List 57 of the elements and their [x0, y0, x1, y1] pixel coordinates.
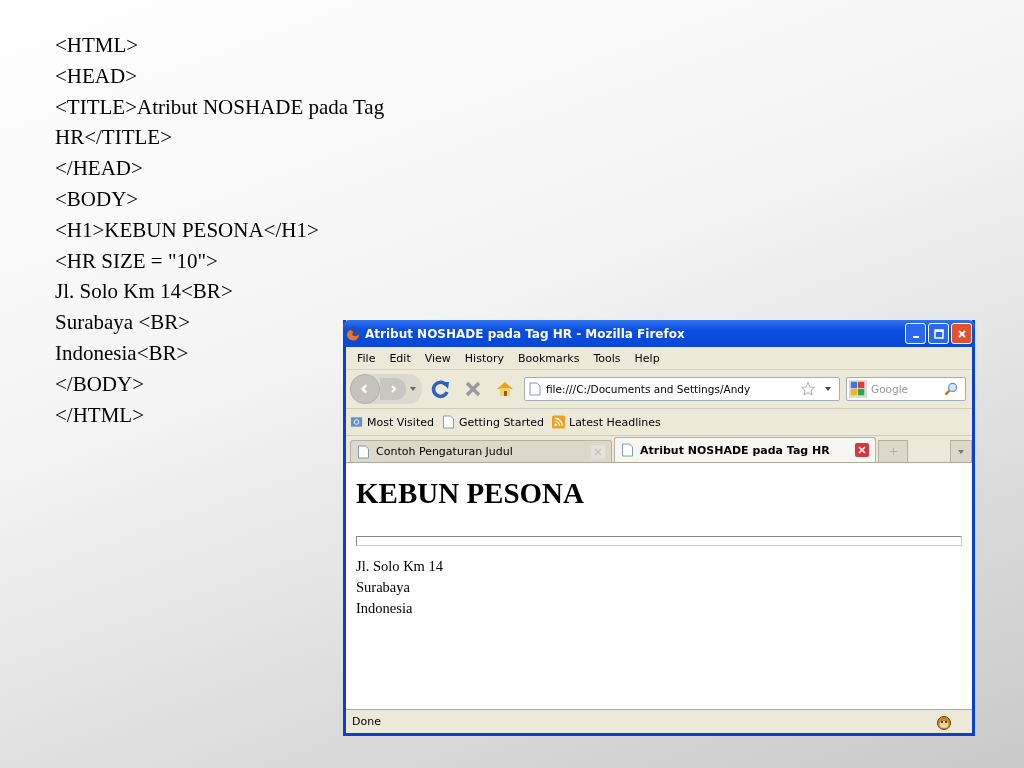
star-icon[interactable]	[800, 381, 816, 397]
menu-item[interactable]: Bookmarks	[511, 351, 587, 365]
search-engine-icon[interactable]	[849, 380, 867, 398]
code-line: <HR SIZE = "10">	[55, 247, 218, 275]
menu-item[interactable]: Edit	[382, 351, 418, 365]
status-text: Done	[352, 715, 382, 728]
search-bar[interactable]: Google	[846, 377, 966, 401]
menu-item[interactable]: Tools	[586, 351, 628, 365]
page-icon	[529, 382, 541, 396]
bookmark-item[interactable]: Getting Started	[441, 415, 544, 429]
code-line: Jl. Solo Km 14<BR>	[55, 278, 233, 306]
page-icon	[357, 444, 370, 459]
search-icon[interactable]	[943, 381, 959, 397]
menu-item[interactable]: Help	[627, 351, 667, 365]
maximize-button[interactable]	[928, 323, 949, 344]
close-icon	[956, 328, 967, 339]
rss-icon	[552, 415, 565, 429]
menu-item[interactable]: View	[417, 351, 458, 365]
maximize-icon	[933, 328, 944, 339]
code-line: <TITLE>Atribut NOSHADE pada Tag	[55, 93, 385, 121]
monkey-face-icon[interactable]	[936, 713, 952, 730]
menu-item[interactable]: History	[457, 351, 511, 365]
code-line: Surabaya <BR>	[55, 309, 191, 337]
caret-icon	[958, 449, 964, 454]
bookmark-item[interactable]: Most Visited	[350, 415, 434, 429]
dropdown-caret-icon[interactable]	[410, 387, 416, 391]
minimize-icon	[912, 335, 919, 338]
code-line: </HTML>	[55, 401, 144, 429]
browser-tab[interactable]: Atribut NOSHADE pada Tag HR	[614, 437, 876, 462]
reload-icon[interactable]	[431, 379, 451, 399]
close-button[interactable]	[951, 323, 972, 344]
code-line: </HEAD>	[55, 155, 143, 183]
page-icon	[441, 415, 455, 429]
window-title: Atribut NOSHADE pada Tag HR - Mozilla Firefox	[365, 326, 686, 341]
code-line: HR</TITLE>	[55, 124, 172, 152]
page-heading: KEBUN PESONA	[356, 477, 585, 510]
home-icon[interactable]	[495, 379, 515, 399]
address-bar[interactable]: file:///C:/Documents and Settings/Andy	[524, 377, 840, 401]
code-line: Indonesia<BR>	[55, 339, 189, 367]
minimize-button[interactable]	[905, 323, 926, 344]
code-line: </BODY>	[55, 370, 145, 398]
page-icon	[621, 443, 634, 457]
plus-icon	[888, 447, 898, 456]
code-line: <HEAD>	[55, 62, 137, 90]
code-line: <HTML>	[55, 32, 139, 59]
menu-item[interactable]: File	[350, 351, 383, 365]
code-line: <BODY>	[55, 186, 139, 213]
page-text-line: Surabaya	[356, 578, 411, 597]
page-text-line: Jl. Solo Km 14	[356, 557, 444, 576]
tab-list-button[interactable]	[950, 440, 972, 462]
stop-icon[interactable]	[463, 379, 483, 399]
code-line: <H1>KEBUN PESONA</H1>	[55, 216, 319, 244]
bookmark-item[interactable]: Latest Headlines	[552, 415, 661, 429]
page-text-line: Indonesia	[356, 599, 414, 618]
close-tab-icon[interactable]	[855, 443, 869, 457]
dropdown-caret-icon[interactable]	[825, 387, 831, 391]
browser-tab[interactable]: Contoh Pengaturan Judul	[350, 440, 612, 462]
